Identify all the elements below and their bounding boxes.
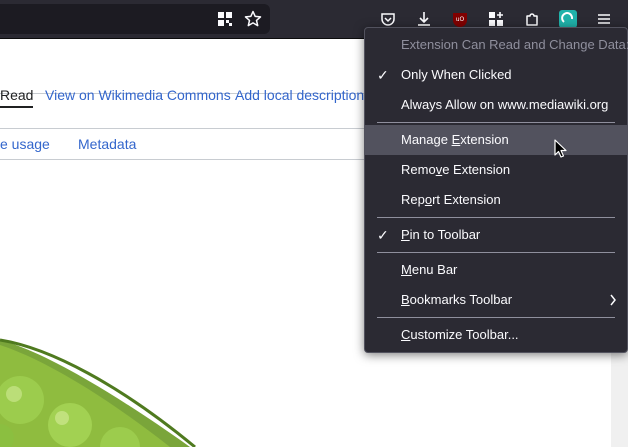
menu-item-manage-extension[interactable]: Manage Extension bbox=[365, 125, 627, 155]
qr-code-icon[interactable] bbox=[214, 8, 236, 30]
checkmark-icon: ✓ bbox=[377, 227, 389, 243]
checkmark-icon: ✓ bbox=[377, 67, 389, 83]
subtab-file-usage[interactable]: e usage bbox=[0, 136, 50, 152]
menu-header-read-change-data: Extension Can Read and Change Data: bbox=[401, 37, 628, 52]
menu-item-only-when-clicked[interactable]: ✓ Only When Clicked bbox=[365, 60, 627, 90]
menu-item-bookmarks-toolbar[interactable]: Bookmarks Toolbar bbox=[365, 285, 627, 315]
extension-context-menu: Extension Can Read and Change Data: ✓ On… bbox=[364, 27, 628, 353]
menu-item-menu-bar[interactable]: Menu Bar bbox=[365, 255, 627, 285]
menu-separator bbox=[377, 122, 615, 123]
menu-item-report-extension[interactable]: Report Extension bbox=[365, 185, 627, 215]
menu-item-always-allow[interactable]: Always Allow on www.mediawiki.org bbox=[365, 90, 627, 120]
svg-text:uO: uO bbox=[456, 16, 465, 23]
mouse-cursor-icon bbox=[554, 139, 567, 158]
tab-add-local-description[interactable]: Add local description bbox=[235, 87, 364, 103]
menu-separator bbox=[377, 217, 615, 218]
pea-pod-image bbox=[0, 338, 196, 447]
menu-item-customize-toolbar[interactable]: Customize Toolbar... bbox=[365, 320, 627, 350]
subtab-metadata[interactable]: Metadata bbox=[78, 136, 136, 152]
menu-separator bbox=[377, 252, 615, 253]
menu-item-pin-to-toolbar[interactable]: ✓ Pin to Toolbar bbox=[365, 220, 627, 250]
menu-separator bbox=[377, 317, 615, 318]
tab-read[interactable]: Read bbox=[0, 87, 34, 108]
tab-view-on-commons[interactable]: View on Wikimedia Commons bbox=[45, 87, 231, 103]
menu-item-remove-extension[interactable]: Remove Extension bbox=[365, 155, 627, 185]
bookmark-star-icon[interactable] bbox=[242, 8, 264, 30]
